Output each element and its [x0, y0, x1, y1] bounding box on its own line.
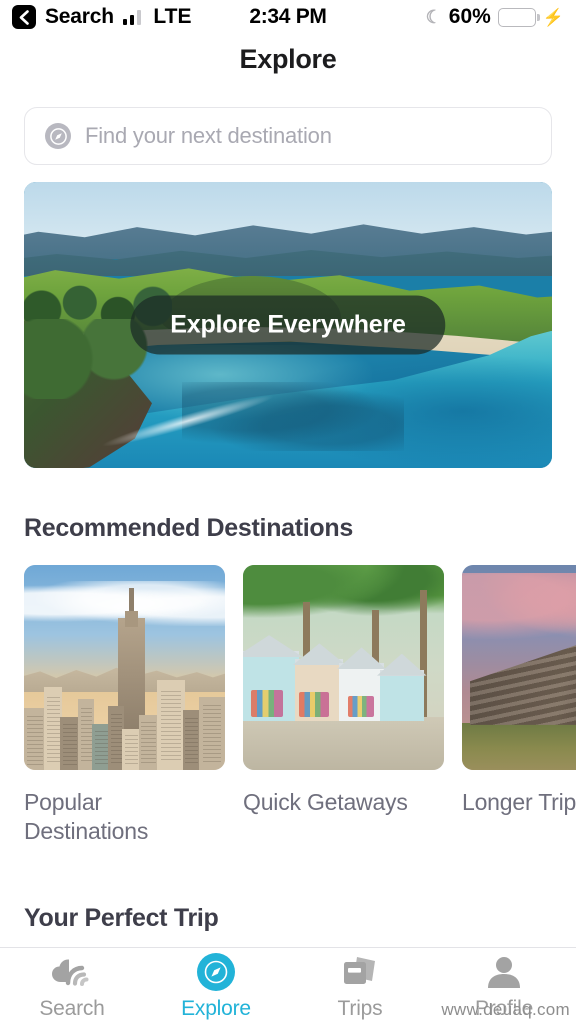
destination-card[interactable]: Popular Destinations: [24, 565, 225, 847]
battery-icon: [497, 7, 540, 27]
destination-card[interactable]: Longer Trips: [462, 565, 576, 847]
status-bar-left: Search LTE: [12, 5, 191, 29]
watermark: www.deuaq.com: [441, 1000, 570, 1019]
status-bar: Search LTE 2:34 PM ☾ 60% ⚡: [0, 0, 576, 34]
recommended-cards-row[interactable]: Popular Destinations Quick Getaways Long…: [24, 565, 576, 847]
app-screen: Search LTE 2:34 PM ☾ 60% ⚡ Explore Find …: [0, 0, 576, 1024]
cards-stack-icon: [341, 952, 379, 992]
tab-label: Explore: [181, 996, 251, 1020]
cloud-signal-icon: [51, 952, 93, 992]
search-bar-container: Find your next destination: [24, 107, 552, 165]
hero-banner[interactable]: Explore Everywhere: [24, 182, 552, 468]
lightning-bolt-icon: ⚡: [542, 7, 564, 27]
tab-explore[interactable]: Explore: [144, 952, 288, 1021]
recommended-section-title: Recommended Destinations: [24, 514, 353, 542]
compass-icon: [197, 952, 235, 992]
tab-search[interactable]: Search: [0, 952, 144, 1021]
tab-label: Trips: [337, 996, 383, 1020]
network-label: LTE: [153, 5, 192, 28]
search-input[interactable]: Find your next destination: [24, 107, 552, 165]
search-placeholder: Find your next destination: [85, 123, 332, 148]
moon-icon: ☾: [425, 7, 442, 27]
person-icon: [486, 952, 522, 992]
destination-card-image: [462, 565, 576, 770]
cellular-signal-icon: [122, 9, 142, 25]
destination-card-label: Longer Trips: [462, 789, 576, 815]
status-back-label[interactable]: Search: [45, 5, 114, 29]
destination-card[interactable]: Quick Getaways: [243, 565, 444, 847]
status-bar-right: ☾ 60% ⚡: [426, 5, 564, 29]
destination-card-image: [24, 565, 225, 770]
tab-label: Search: [39, 996, 105, 1020]
tab-trips[interactable]: Trips: [288, 952, 432, 1021]
destination-card-label: Popular Destinations: [24, 789, 149, 845]
perfect-trip-section-title: Your Perfect Trip: [24, 904, 219, 932]
battery-percent-label: 60%: [448, 5, 491, 28]
compass-icon: [45, 123, 71, 149]
explore-everywhere-button[interactable]: Explore Everywhere: [130, 295, 446, 355]
page-title: Explore: [239, 44, 337, 74]
chevron-left-icon[interactable]: [12, 5, 36, 29]
destination-card-image: [243, 565, 444, 770]
destination-card-label: Quick Getaways: [243, 789, 408, 815]
